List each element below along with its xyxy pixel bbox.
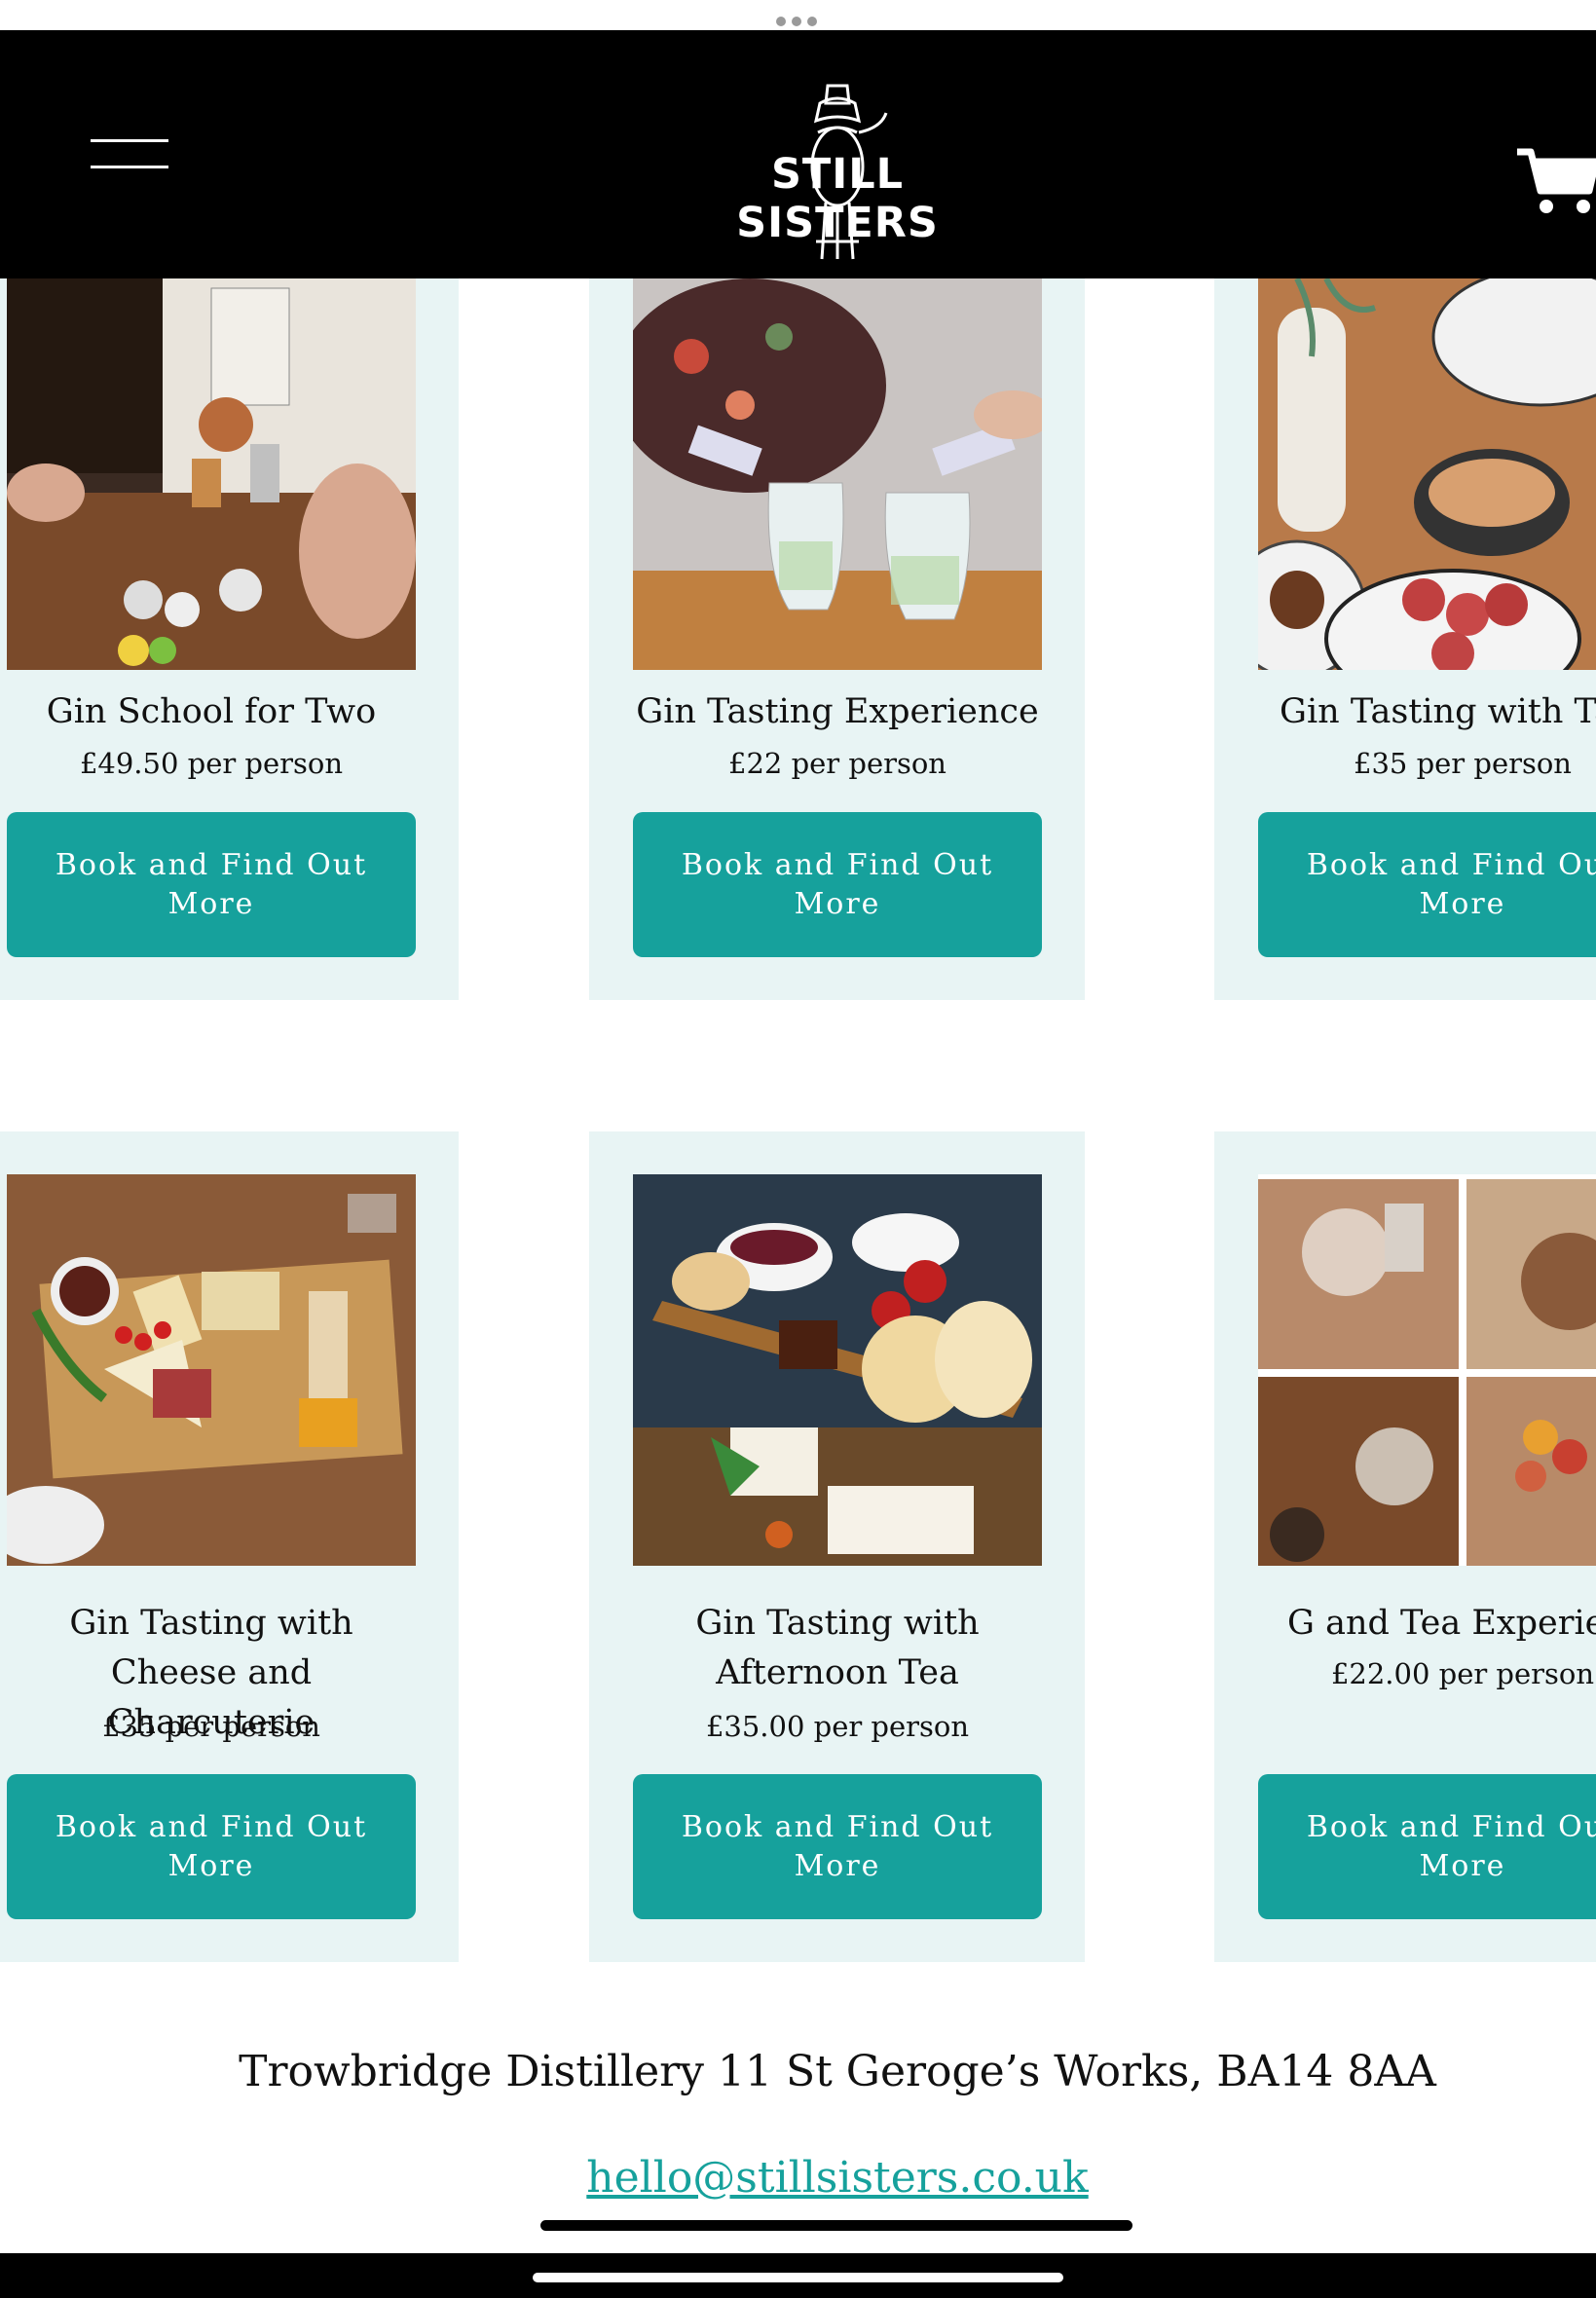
experience-title: G and Tea Experien (1287, 1604, 1596, 1643)
tea-collage-photo[interactable] (1258, 1174, 1596, 1566)
experience-price: £22.00 per person (1330, 1657, 1595, 1690)
cheese-board-photo[interactable] (7, 1174, 416, 1566)
experience-price: £35 per person (1354, 747, 1572, 780)
gin-pouring-photo[interactable] (633, 278, 1042, 670)
experience-price: £35.00 per person (705, 1710, 970, 1743)
experience-title: Gin Tasting Experience (636, 692, 1039, 731)
distillery-address: Trowbridge Distillery 11 St Geroge’s Wor… (239, 2047, 1436, 2096)
gin-school-photo[interactable] (7, 278, 416, 670)
site-header: STILL SISTERS (0, 30, 1596, 278)
hamburger-menu-icon[interactable] (91, 139, 168, 168)
experience-price: £35 per person (102, 1710, 320, 1743)
experience-card: Gin School for Two £49.50 per person Boo… (0, 278, 459, 1000)
multitasking-dots[interactable] (776, 17, 819, 26)
experience-card: Gin Tasting with Tap £35 per person Book… (1214, 278, 1596, 1000)
book-button[interactable]: Book and Find Out More (1258, 812, 1596, 957)
logo-wordmark: STILL SISTERS (736, 150, 939, 247)
book-button[interactable]: Book and Find Out More (633, 812, 1042, 957)
email-link[interactable]: hello@stillsisters.co.uk (0, 2153, 1596, 2203)
shopping-cart-icon[interactable] (1515, 148, 1596, 216)
still-sisters-logo[interactable]: STILL SISTERS (701, 74, 974, 269)
experience-title: Gin Tasting with Afternoon Tea (695, 1604, 980, 1692)
book-button[interactable]: Book and Find Out More (1258, 1774, 1596, 1919)
book-button[interactable]: Book and Find Out More (7, 1774, 416, 1919)
experience-card: G and Tea Experien £22.00 per person Boo… (1214, 1131, 1596, 1962)
experience-card: Gin Tasting Experience £22 per person Bo… (589, 278, 1085, 1000)
experience-price: £22 per person (728, 747, 946, 780)
experience-card: Gin Tasting with Afternoon Tea £35.00 pe… (589, 1131, 1085, 1962)
home-indicator[interactable] (540, 2220, 1132, 2231)
afternoon-tea-photo[interactable] (633, 1174, 1042, 1566)
experience-title: Gin Tasting with Tap (1280, 692, 1596, 731)
tapas-photo[interactable] (1258, 278, 1596, 670)
experience-title: Gin School for Two (46, 692, 377, 731)
book-button[interactable]: Book and Find Out More (7, 812, 416, 957)
book-button[interactable]: Book and Find Out More (633, 1774, 1042, 1919)
experience-price: £49.50 per person (79, 747, 344, 780)
home-indicator-secondary[interactable] (533, 2273, 1063, 2282)
experience-card: Gin Tasting with Cheese and Charcuterie … (0, 1131, 459, 1962)
